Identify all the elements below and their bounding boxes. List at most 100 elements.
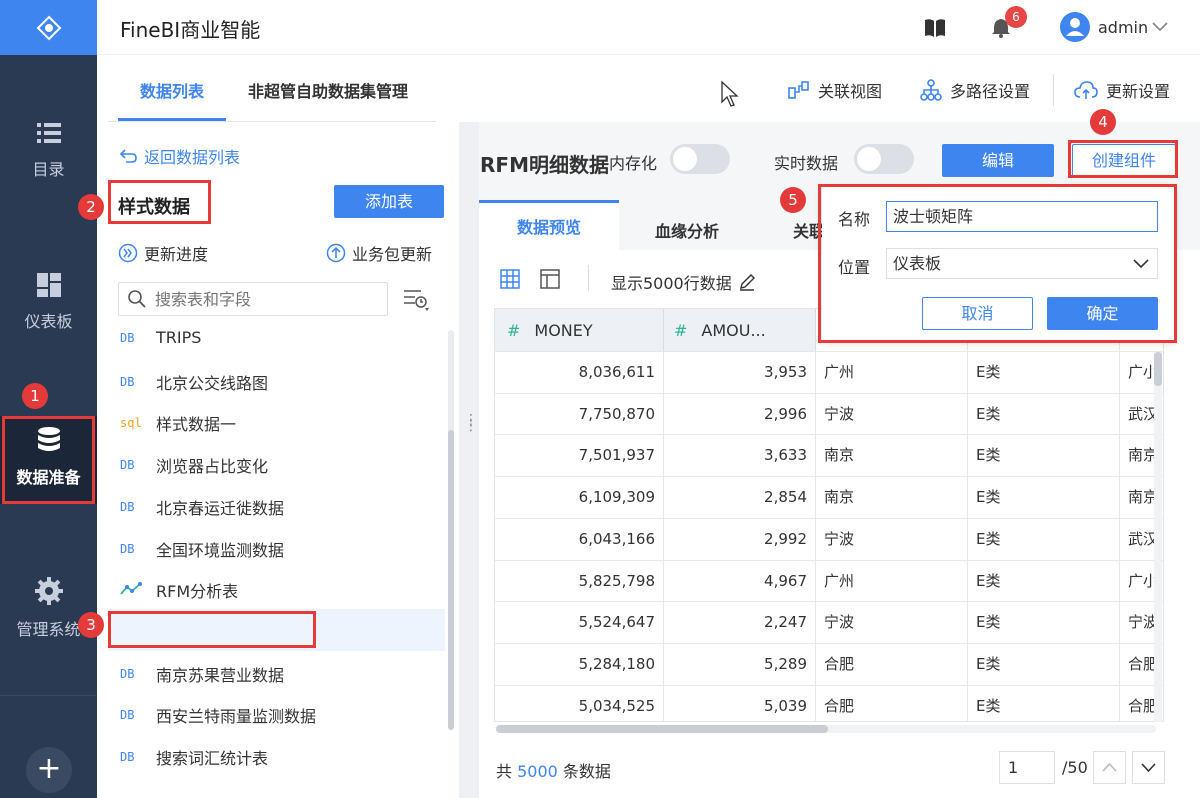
- grid-view-icon[interactable]: [500, 269, 520, 289]
- list-item-label: 样式数据一: [156, 415, 237, 435]
- top-bar: [97, 0, 1200, 55]
- book-icon[interactable]: [924, 18, 946, 38]
- nav-label: 仪表板: [24, 312, 73, 331]
- db-icon: DB: [120, 708, 135, 723]
- filter-icon[interactable]: [403, 288, 433, 312]
- chevron-down-icon: [1141, 763, 1156, 773]
- column-header-money[interactable]: # MONEY: [495, 309, 664, 351]
- search-box[interactable]: [118, 282, 388, 316]
- list-item[interactable]: DB 浏览器占比变化: [120, 453, 268, 477]
- table-row[interactable]: 5,825,798 4,967 广州 E类 广小: [495, 559, 1163, 603]
- next-page-button[interactable]: [1132, 751, 1165, 784]
- left-scrollbar-thumb[interactable]: [448, 430, 454, 730]
- list-item[interactable]: DB 全国环境监测数据: [120, 537, 284, 561]
- table-cell: 广州: [816, 560, 968, 603]
- table-row[interactable]: 8,036,611 3,953 广州 E类 广小: [495, 351, 1163, 394]
- list-item-label: RFM分析表: [156, 582, 239, 602]
- progress-icon: [118, 243, 138, 263]
- table-row[interactable]: 6,043,166 2,992 宁波 E类 武汉: [495, 517, 1163, 561]
- table-cell: E类: [968, 393, 1120, 436]
- search-input[interactable]: [155, 289, 375, 309]
- table-cell: 南京: [816, 435, 968, 478]
- chevron-down-icon[interactable]: [1152, 22, 1168, 32]
- app-logo[interactable]: [0, 0, 97, 55]
- edit-button[interactable]: 编辑: [942, 144, 1054, 177]
- in-memory-toggle[interactable]: [670, 144, 730, 174]
- table-cell: 宁波: [816, 393, 968, 436]
- annotation-marker-2: 2: [78, 194, 104, 220]
- table-row[interactable]: 7,750,870 2,996 宁波 E类 武汉: [495, 392, 1163, 436]
- add-button[interactable]: +: [26, 747, 72, 793]
- list-item-label: TRIPS: [156, 328, 202, 347]
- back-link[interactable]: 返回数据列表: [120, 144, 240, 168]
- annotation-marker-1: 1: [22, 383, 48, 409]
- list-item[interactable]: DB 南京苏果营业数据: [120, 662, 284, 686]
- avatar[interactable]: [1060, 12, 1090, 42]
- show-rows-setting[interactable]: 显示5000行数据: [611, 270, 756, 294]
- total-suffix: 条数据: [562, 762, 611, 781]
- tab-preview[interactable]: 数据预览: [479, 200, 619, 250]
- tab-lineage[interactable]: 血缘分析: [655, 218, 719, 242]
- table-cell: E类: [968, 560, 1120, 603]
- list-item-label: 西安兰特雨量监测数据: [156, 707, 317, 727]
- list-item[interactable]: DB 北京公交线路图: [120, 370, 268, 394]
- nav-item-dashboard[interactable]: 仪表板: [0, 272, 97, 332]
- grid-vscroll-thumb[interactable]: [1154, 352, 1162, 386]
- annotation-box-4: [1068, 140, 1178, 178]
- table-row[interactable]: 5,034,525 5,039 合肥 E类 合肥: [495, 684, 1163, 721]
- tab-divider: [108, 121, 436, 122]
- undo-icon: [120, 149, 137, 163]
- list-item[interactable]: RFM分析表: [120, 578, 238, 602]
- realtime-toggle[interactable]: [854, 144, 914, 174]
- list-item[interactable]: DB 西安兰特雨量监测数据: [120, 703, 316, 727]
- grid-vscroll[interactable]: [1154, 352, 1162, 722]
- app-title: FineBI商业智能: [120, 18, 261, 42]
- table-cell: 8,036,611: [495, 352, 664, 394]
- nav-item-catalog[interactable]: 目录: [0, 120, 97, 180]
- total-rows: 共 5000 条数据: [496, 758, 611, 782]
- tab-data-list[interactable]: 数据列表: [140, 78, 204, 102]
- table-cell: 5,289: [664, 643, 816, 686]
- table-cell: 合肥: [816, 643, 968, 686]
- db-icon: DB: [120, 499, 135, 514]
- list-item-label: 南京苏果营业数据: [156, 665, 285, 685]
- table-cell: E类: [968, 685, 1120, 721]
- table-cell: E类: [968, 352, 1120, 394]
- grid-hscroll[interactable]: [496, 725, 1156, 733]
- page-input[interactable]: 1: [999, 751, 1055, 784]
- column-header-amount[interactable]: # AMOU...: [664, 309, 816, 351]
- pencil-icon: [739, 274, 755, 291]
- table-row[interactable]: 5,284,180 5,289 合肥 E类 合肥: [495, 642, 1163, 686]
- grid-hscroll-thumb[interactable]: [496, 725, 828, 733]
- table-cell: 7,750,870: [495, 393, 664, 436]
- table-row[interactable]: 5,524,647 2,247 宁波 E类 宁波: [495, 601, 1163, 645]
- left-scrollbar[interactable]: [448, 330, 454, 730]
- list-item[interactable]: DB 北京春运迁徙数据: [120, 495, 284, 519]
- list-item-label: 浏览器占比变化: [156, 457, 269, 477]
- relation-view-button[interactable]: 关联视图: [788, 78, 882, 102]
- db-icon: DB: [120, 374, 135, 389]
- update-settings-button[interactable]: 更新设置: [1074, 78, 1170, 102]
- multipath-button[interactable]: 多路径设置: [920, 78, 1030, 102]
- logo-icon: [36, 15, 61, 40]
- list-item[interactable]: DB TRIPS: [120, 328, 201, 347]
- add-table-button[interactable]: 添加表: [334, 185, 444, 218]
- table-row[interactable]: 6,109,309 2,854 南京 E类 南京: [495, 476, 1163, 520]
- update-settings-label: 更新设置: [1106, 82, 1171, 101]
- total-count: 5000: [517, 762, 558, 781]
- relation-view-label: 关联视图: [818, 82, 883, 101]
- list-item[interactable]: sql 样式数据一: [120, 411, 236, 435]
- table-cell: 广州: [816, 352, 968, 394]
- list-item[interactable]: DB 搜索词汇统计表: [120, 745, 268, 769]
- table-row[interactable]: 7,501,937 3,633 南京 E类 南京: [495, 434, 1163, 478]
- table-cell: 合肥: [816, 685, 968, 721]
- tab-non-admin-datasets[interactable]: 非超管自助数据集管理: [248, 78, 408, 102]
- annotation-box-2: [108, 180, 211, 224]
- package-update-button[interactable]: 业务包更新: [326, 241, 432, 265]
- layout-view-icon[interactable]: [540, 269, 560, 289]
- table-cell: E类: [968, 518, 1120, 561]
- username[interactable]: admin: [1098, 18, 1148, 37]
- update-progress-button[interactable]: 更新进度: [118, 241, 208, 265]
- splitter[interactable]: ⋮ ⋮: [459, 122, 479, 798]
- prev-page-button[interactable]: [1093, 751, 1126, 784]
